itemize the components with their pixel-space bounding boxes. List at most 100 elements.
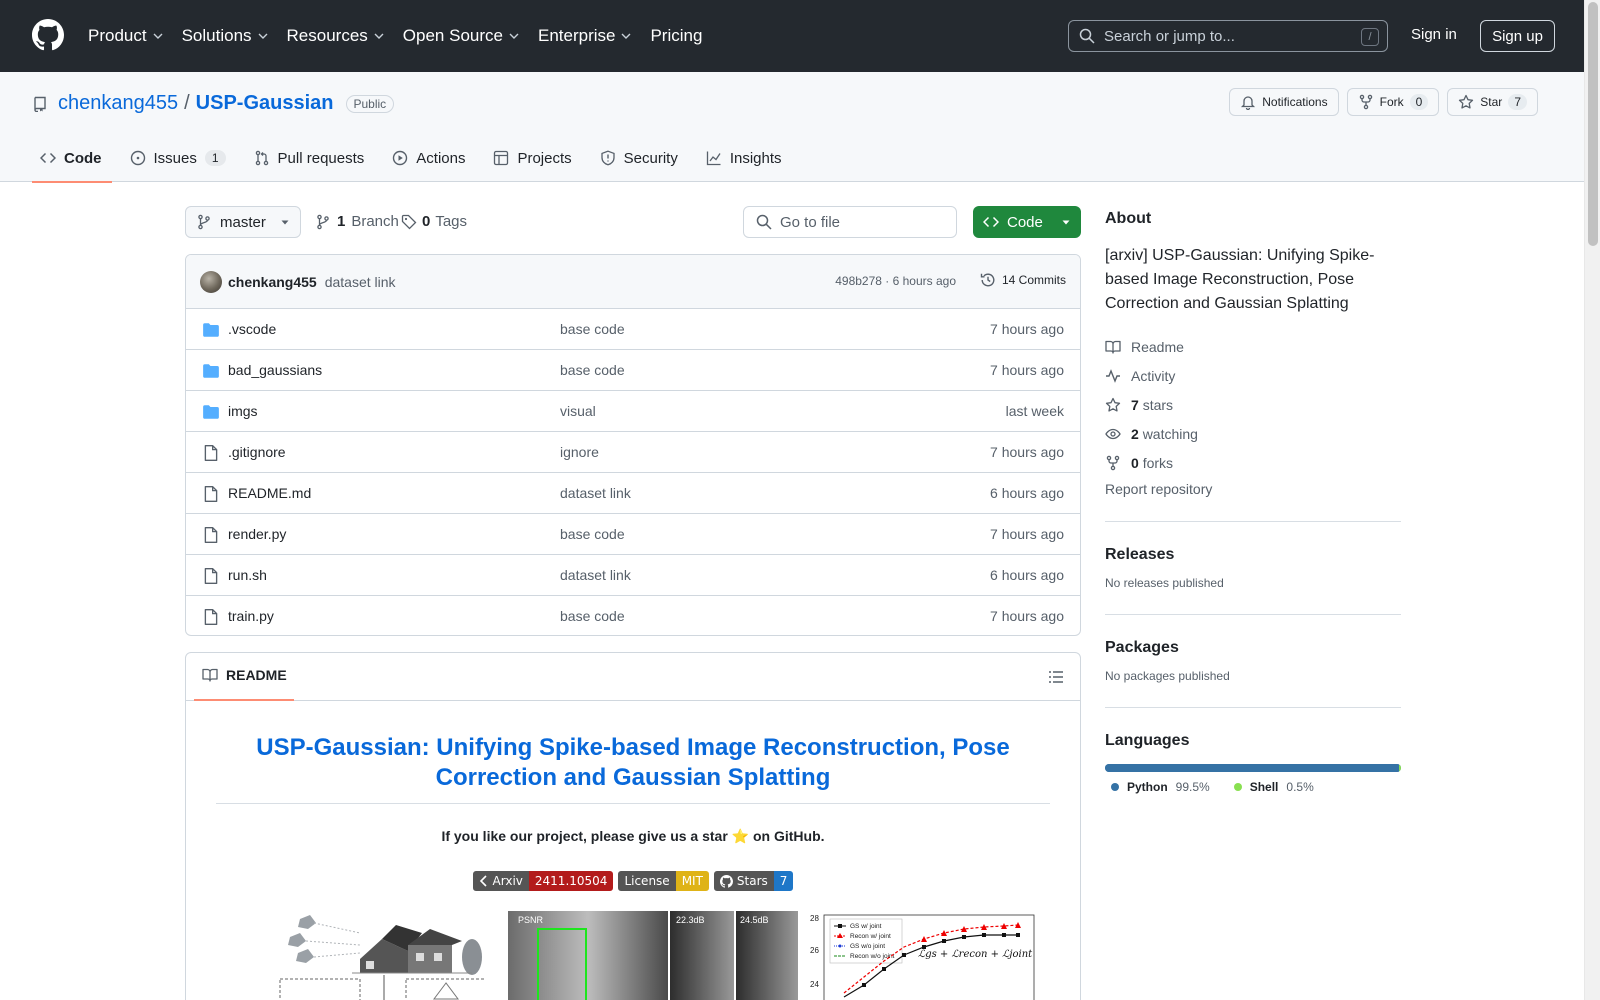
- repo-owner-link[interactable]: chenkang455: [58, 92, 178, 115]
- branch-count: 1: [337, 213, 346, 230]
- notifications-button[interactable]: Notifications: [1229, 88, 1339, 116]
- tab-pull-requests[interactable]: Pull requests: [246, 134, 375, 182]
- stars-badge[interactable]: Stars 7: [713, 871, 794, 891]
- file-commit-message-link[interactable]: visual: [560, 403, 596, 419]
- star-label: Star: [1480, 95, 1503, 109]
- caret-down-icon: [1062, 220, 1070, 225]
- nav-enterprise[interactable]: Enterprise: [538, 26, 632, 46]
- fork-icon: [1359, 94, 1372, 110]
- tab-actions[interactable]: Actions: [384, 134, 475, 182]
- file-name-link[interactable]: .gitignore: [228, 444, 286, 460]
- file-row[interactable]: imgs visual last week: [186, 391, 1080, 432]
- legend-gs-no-joint: GS w/o joint: [850, 943, 885, 950]
- file-name-link[interactable]: .vscode: [228, 321, 276, 337]
- svg-text:ℒgs + ℒrecon + ℒjoint: ℒgs + ℒrecon + ℒjoint: [918, 949, 1033, 960]
- language-percent: 0.5%: [1286, 780, 1314, 794]
- commit-message-link[interactable]: dataset link: [325, 274, 396, 290]
- file-name-link[interactable]: run.sh: [228, 567, 267, 583]
- page-scrollbar[interactable]: [1584, 0, 1600, 1000]
- nav-resources[interactable]: Resources: [287, 26, 385, 46]
- scrollbar-thumb[interactable]: [1588, 2, 1598, 246]
- file-name-link[interactable]: train.py: [228, 608, 274, 624]
- language-bar: [1105, 764, 1401, 772]
- chevron-down-icon: [258, 33, 268, 39]
- language-python[interactable]: Python 99.5%: [1111, 780, 1210, 794]
- language-shell[interactable]: Shell 0.5%: [1233, 780, 1314, 794]
- file-commit-message-link[interactable]: base code: [560, 608, 625, 624]
- readme-body: USP-Gaussian: Unifying Spike-based Image…: [186, 733, 1080, 1000]
- forks-link[interactable]: 0 forks: [1105, 448, 1401, 477]
- nav-open-source[interactable]: Open Source: [403, 26, 520, 46]
- tab-issues[interactable]: Issues 1: [122, 134, 236, 182]
- star-count: 7: [1508, 94, 1527, 110]
- graph-icon: [706, 151, 721, 166]
- stars-link[interactable]: 7 stars: [1105, 390, 1401, 419]
- file-row[interactable]: README.md dataset link 6 hours ago: [186, 473, 1080, 514]
- file-row[interactable]: run.sh dataset link 6 hours ago: [186, 555, 1080, 596]
- book-icon: [202, 668, 218, 682]
- avatar[interactable]: [200, 270, 222, 293]
- fork-button[interactable]: Fork 0: [1346, 88, 1440, 116]
- psnr-value-1: 22.3dB: [676, 915, 705, 925]
- report-repository-link[interactable]: Report repository: [1105, 481, 1401, 497]
- file-name-link[interactable]: bad_gaussians: [228, 362, 322, 378]
- file-commit-message-link[interactable]: ignore: [560, 444, 599, 460]
- tab-security[interactable]: Security: [592, 134, 688, 182]
- star-icon: [1459, 94, 1474, 109]
- issue-icon: [130, 150, 145, 166]
- file-commit-message-link[interactable]: base code: [560, 321, 625, 337]
- commit-meta[interactable]: 498b278 · 6 hours ago: [835, 274, 956, 288]
- commits-history-link[interactable]: 14 Commits: [980, 272, 1066, 288]
- nav-product[interactable]: Product: [88, 26, 164, 46]
- tab-projects[interactable]: Projects: [485, 134, 581, 182]
- fork-icon: [1106, 455, 1120, 470]
- tab-code[interactable]: Code: [32, 134, 112, 183]
- releases-heading[interactable]: Releases: [1105, 546, 1401, 564]
- file-row[interactable]: train.py base code 7 hours ago: [186, 596, 1080, 635]
- file-row[interactable]: bad_gaussians base code 7 hours ago: [186, 350, 1080, 391]
- activity-link[interactable]: Activity: [1105, 361, 1401, 390]
- folder-icon: [202, 362, 220, 380]
- nav-label: Resources: [286, 26, 368, 45]
- file-browser: chenkang455 dataset link 498b278 · 6 hou…: [185, 254, 1081, 636]
- file-commit-message-link[interactable]: dataset link: [560, 567, 631, 583]
- shield-icon: [601, 150, 615, 166]
- play-circle-icon: [393, 150, 408, 166]
- go-to-file-input[interactable]: Go to file: [743, 206, 957, 238]
- readme-title[interactable]: USP-Gaussian: Unifying Spike-based Image…: [216, 733, 1050, 804]
- file-row[interactable]: .vscode base code 7 hours ago: [186, 309, 1080, 350]
- readme-tab[interactable]: README: [202, 667, 287, 683]
- readme-link[interactable]: Readme: [1105, 332, 1401, 361]
- file-commit-message-link[interactable]: base code: [560, 362, 625, 378]
- nav-solutions[interactable]: Solutions: [182, 26, 269, 46]
- branch-select-button[interactable]: master: [185, 206, 301, 238]
- branches-link[interactable]: 1 Branch: [315, 213, 399, 230]
- file-row[interactable]: render.py base code 7 hours ago: [186, 514, 1080, 555]
- sign-in-link[interactable]: Sign in: [1411, 26, 1457, 43]
- code-dropdown-button[interactable]: Code: [973, 206, 1081, 238]
- repo-name-link[interactable]: USP-Gaussian: [196, 92, 334, 115]
- file-row[interactable]: .gitignore ignore 7 hours ago: [186, 432, 1080, 473]
- tab-insights[interactable]: Insights: [698, 134, 792, 182]
- python-color-dot: [1111, 783, 1119, 791]
- file-name-link[interactable]: render.py: [228, 526, 286, 542]
- file-commit-message-link[interactable]: base code: [560, 526, 625, 542]
- nav-pricing[interactable]: Pricing: [650, 26, 702, 46]
- readme-link-label: Readme: [1131, 338, 1184, 355]
- file-commit-message-link[interactable]: dataset link: [560, 485, 631, 501]
- license-badge[interactable]: License MIT: [618, 871, 709, 891]
- arxiv-badge[interactable]: Arxiv 2411.10504: [472, 871, 614, 891]
- star-button[interactable]: Star 7: [1447, 88, 1538, 116]
- tags-link[interactable]: 0 Tags: [401, 213, 467, 230]
- github-logo-icon[interactable]: [32, 19, 64, 51]
- packages-heading[interactable]: Packages: [1105, 639, 1401, 657]
- sign-up-button[interactable]: Sign up: [1480, 20, 1555, 52]
- global-search-input[interactable]: Search or jump to... /: [1068, 20, 1388, 52]
- list-unordered-icon[interactable]: [1048, 669, 1064, 685]
- search-icon: [1079, 28, 1095, 44]
- file-name-link[interactable]: imgs: [228, 403, 258, 419]
- commit-author-link[interactable]: chenkang455: [228, 274, 317, 290]
- search-icon: [756, 214, 772, 230]
- watchers-link[interactable]: 2 watching: [1105, 419, 1401, 448]
- file-name-link[interactable]: README.md: [228, 485, 311, 501]
